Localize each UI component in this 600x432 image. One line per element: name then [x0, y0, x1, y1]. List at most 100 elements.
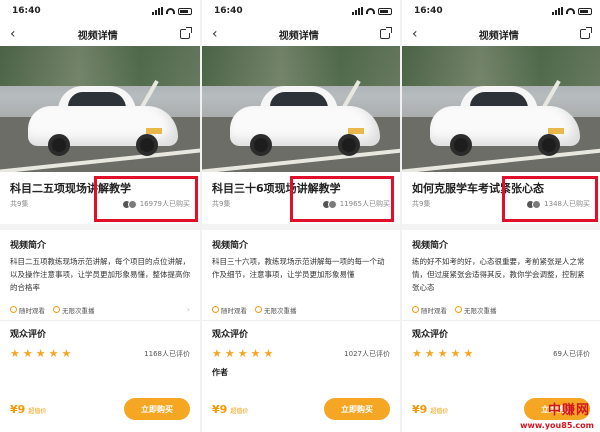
star-icon: ★: [437, 347, 448, 360]
reviews-section: 观众评价 ★ ★ ★ ★ ★ 1168人已评价: [0, 321, 200, 359]
lesson-count: 共9集: [10, 200, 29, 208]
author-heading: 作者: [212, 368, 228, 377]
reviews-heading: 观众评价: [10, 330, 47, 340]
intro-text: 科目三十六项，教练现场示范讲解每一项的每一个动作及细节，注意事项，让学员更加形象…: [212, 257, 385, 279]
replay-icon: [455, 306, 462, 313]
video-cover[interactable]: [202, 46, 400, 172]
video-cover[interactable]: [0, 46, 200, 172]
status-time: 16:40: [12, 6, 41, 16]
share-icon[interactable]: [179, 27, 192, 39]
star-icon: ★: [450, 347, 461, 360]
price-value: ¥9: [212, 402, 228, 416]
review-count: 69人已评价: [553, 349, 590, 358]
video-cover[interactable]: [402, 46, 600, 172]
price: ¥9 超值价: [10, 403, 46, 416]
feature-tags[interactable]: 随时观看 无限次重播: [402, 299, 600, 321]
star-icon: ★: [263, 347, 274, 360]
status-icons: [352, 7, 392, 15]
star-icon: ★: [35, 347, 46, 360]
watermark-brand: 中赚网: [547, 403, 590, 418]
signal-icon: [152, 7, 163, 15]
star-icon: ★: [212, 347, 222, 360]
reviews-section: 观众评价 ★ ★ ★ ★ ★ 1027人已评价: [202, 321, 400, 359]
star-icon: ★: [48, 347, 59, 360]
star-icon: ★: [424, 347, 435, 360]
back-icon[interactable]: ‹: [10, 27, 16, 41]
rating-stars: ★ ★ ★ ★ ★: [10, 348, 71, 359]
intro-heading: 视频简介: [212, 241, 249, 251]
rating-row: ★ ★ ★ ★ ★ 1027人已评价: [212, 348, 390, 359]
rating-stars: ★ ★ ★ ★ ★: [212, 348, 273, 359]
tag-unlimited-replay: 无限次重播: [455, 305, 497, 315]
buy-now-button[interactable]: 立即购买: [324, 398, 390, 420]
nav-bar: ‹ 视频详情: [202, 22, 400, 46]
star-icon: ★: [22, 347, 33, 360]
feature-tags[interactable]: 随时观看 无限次重播: [202, 299, 400, 321]
replay-icon: [255, 306, 262, 313]
clock-icon: [212, 306, 219, 313]
status-bar: 16:40: [0, 0, 200, 22]
share-icon[interactable]: [579, 27, 592, 39]
intro-text: 科目二五项教练现场示范讲解，每个项目的点位讲解，以及操作注意事项，让学员更加形象…: [10, 257, 190, 292]
nav-title: 视频详情: [478, 30, 519, 42]
tag-watch-anytime: 随时观看: [10, 305, 45, 315]
wifi-icon: [566, 8, 575, 14]
review-count: 1027人已评价: [344, 349, 390, 358]
reviews-section: 观众评价 ★ ★ ★ ★ ★ 69人已评价: [402, 321, 600, 359]
tag-unlimited-replay: 无限次重播: [255, 305, 297, 315]
share-icon[interactable]: [379, 27, 392, 39]
tag-label: 随时观看: [221, 306, 247, 315]
rating-row: ★ ★ ★ ★ ★ 69人已评价: [412, 348, 590, 359]
star-icon: ★: [412, 347, 422, 360]
status-bar: 16:40: [202, 0, 400, 22]
clock-icon: [10, 306, 17, 313]
tag-unlimited-replay: 无限次重播: [53, 305, 95, 315]
rating-row: ★ ★ ★ ★ ★ 1168人已评价: [10, 348, 190, 359]
tag-watch-anytime: 随时观看: [212, 305, 247, 315]
price: ¥9 超值价: [412, 403, 448, 416]
star-icon: ★: [250, 347, 261, 360]
nav-bar: ‹ 视频详情: [0, 22, 200, 46]
reviews-heading: 观众评价: [412, 330, 449, 340]
status-time: 16:40: [414, 6, 443, 16]
signal-icon: [352, 7, 363, 15]
feature-tags[interactable]: 随时观看 无限次重播 ›: [0, 299, 200, 321]
star-icon: ★: [237, 347, 248, 360]
status-icons: [152, 7, 192, 15]
nav-title: 视频详情: [77, 30, 118, 42]
watermark-site: www.you85.com: [520, 421, 594, 430]
price-tag: 超值价: [28, 407, 47, 415]
price: ¥9 超值价: [212, 403, 248, 416]
signal-icon: [552, 7, 563, 15]
star-icon: ★: [224, 347, 235, 360]
lesson-count: 共9集: [212, 200, 231, 208]
price-value: ¥9: [10, 402, 26, 416]
tag-label: 无限次重播: [62, 306, 95, 315]
star-icon: ★: [61, 347, 72, 360]
replay-icon: [53, 306, 60, 313]
intro-heading: 视频简介: [412, 241, 449, 251]
back-icon[interactable]: ‹: [212, 27, 218, 41]
tag-label: 随时观看: [421, 306, 447, 315]
wifi-icon: [166, 8, 175, 14]
battery-icon: [178, 7, 192, 15]
rating-stars: ★ ★ ★ ★ ★: [412, 348, 473, 359]
highlight-box-3: [502, 176, 598, 222]
clock-icon: [412, 306, 419, 313]
price-value: ¥9: [412, 402, 428, 416]
intro-heading: 视频简介: [10, 241, 47, 251]
car-image: [430, 84, 580, 156]
nav-title: 视频详情: [278, 30, 319, 42]
back-icon[interactable]: ‹: [412, 27, 418, 41]
purchase-bar: ¥9 超值价 立即购买: [0, 394, 200, 424]
tag-label: 无限次重播: [264, 306, 297, 315]
lesson-count: 共9集: [412, 200, 431, 208]
price-tag: 超值价: [430, 407, 449, 415]
status-bar: 16:40: [402, 0, 600, 22]
star-icon: ★: [10, 347, 20, 360]
purchase-bar: ¥9 超值价 立即购买: [202, 394, 400, 424]
car-image: [28, 84, 178, 156]
buy-now-button[interactable]: 立即购买: [124, 398, 190, 420]
tag-label: 无限次重播: [464, 306, 497, 315]
highlight-box-2: [290, 176, 394, 222]
